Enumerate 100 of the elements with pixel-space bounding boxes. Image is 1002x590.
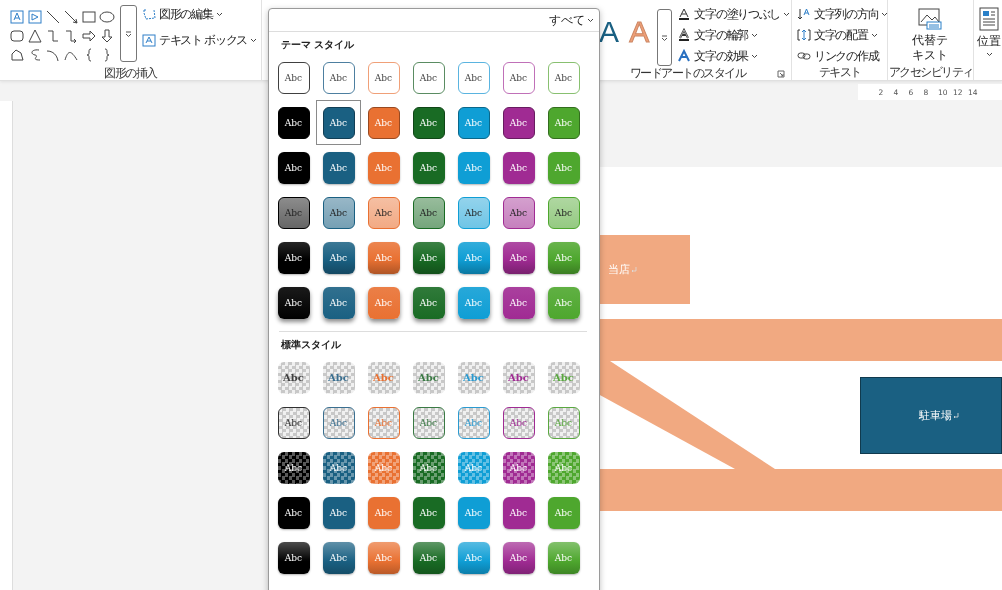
- style-preview[interactable]: Abc: [322, 106, 355, 139]
- style-preview[interactable]: Abc: [367, 196, 400, 229]
- style-preview[interactable]: Abc: [502, 361, 535, 394]
- dialog-launcher-icon[interactable]: [777, 70, 785, 78]
- style-preview[interactable]: Abc: [367, 61, 400, 94]
- style-preview[interactable]: Abc: [547, 196, 580, 229]
- style-preview[interactable]: Abc: [277, 286, 310, 319]
- style-option[interactable]: Abc: [406, 445, 451, 490]
- style-option[interactable]: Abc: [406, 535, 451, 580]
- alt-text-button[interactable]: 代替テキスト: [911, 5, 950, 65]
- style-option[interactable]: Abc: [316, 400, 361, 445]
- style-preview[interactable]: Abc: [502, 286, 535, 319]
- style-preview[interactable]: Abc: [322, 286, 355, 319]
- style-preview[interactable]: Abc: [412, 496, 445, 529]
- style-option[interactable]: Abc: [271, 55, 316, 100]
- style-option[interactable]: Abc: [316, 235, 361, 280]
- style-preview[interactable]: Abc: [502, 541, 535, 574]
- style-option[interactable]: Abc: [316, 100, 361, 145]
- style-preview[interactable]: Abc: [502, 241, 535, 274]
- style-preview[interactable]: Abc: [457, 196, 490, 229]
- style-preview[interactable]: Abc: [277, 541, 310, 574]
- style-preview[interactable]: Abc: [322, 61, 355, 94]
- ribbon-command[interactable]: テキスト ボックス: [141, 31, 259, 49]
- style-preview[interactable]: Abc: [322, 496, 355, 529]
- style-preview[interactable]: Abc: [412, 286, 445, 319]
- style-option[interactable]: Abc: [496, 280, 541, 325]
- style-preview[interactable]: Abc: [502, 496, 535, 529]
- style-preview[interactable]: Abc: [277, 151, 310, 184]
- style-preview[interactable]: Abc: [412, 541, 445, 574]
- style-option[interactable]: Abc: [271, 400, 316, 445]
- style-option[interactable]: Abc: [316, 280, 361, 325]
- style-option[interactable]: Abc: [496, 235, 541, 280]
- style-option[interactable]: Abc: [271, 535, 316, 580]
- more-shapes-button[interactable]: [120, 5, 137, 62]
- style-preview[interactable]: Abc: [502, 451, 535, 484]
- style-option[interactable]: Abc: [406, 490, 451, 535]
- more-styles-button[interactable]: [656, 9, 673, 66]
- style-option[interactable]: Abc: [496, 190, 541, 235]
- style-preview[interactable]: Abc: [502, 106, 535, 139]
- style-preview[interactable]: Abc: [322, 406, 355, 439]
- style-preview[interactable]: Abc: [412, 451, 445, 484]
- style-preview[interactable]: Abc: [322, 151, 355, 184]
- style-preview[interactable]: Abc: [502, 151, 535, 184]
- style-preview[interactable]: Abc: [277, 196, 310, 229]
- style-preview[interactable]: Abc: [277, 106, 310, 139]
- style-option[interactable]: Abc: [271, 190, 316, 235]
- style-preview[interactable]: Abc: [412, 151, 445, 184]
- style-option[interactable]: Abc: [361, 55, 406, 100]
- ribbon-command[interactable]: リンクの作成: [796, 47, 890, 65]
- style-option[interactable]: Abc: [406, 400, 451, 445]
- style-preview[interactable]: Abc: [502, 406, 535, 439]
- style-option[interactable]: Abc: [406, 100, 451, 145]
- style-preview[interactable]: Abc: [322, 241, 355, 274]
- style-option[interactable]: Abc: [496, 400, 541, 445]
- style-preview[interactable]: Abc: [412, 61, 445, 94]
- style-preview[interactable]: Abc: [547, 61, 580, 94]
- style-option[interactable]: Abc: [361, 190, 406, 235]
- style-option[interactable]: Abc: [496, 535, 541, 580]
- style-option[interactable]: Abc: [271, 490, 316, 535]
- style-option[interactable]: Abc: [406, 190, 451, 235]
- style-option[interactable]: Abc: [271, 355, 316, 400]
- style-preview[interactable]: Abc: [277, 241, 310, 274]
- ribbon-command[interactable]: 文字の配置: [796, 26, 890, 44]
- style-option[interactable]: Abc: [316, 55, 361, 100]
- style-option[interactable]: Abc: [496, 445, 541, 490]
- text-shape[interactable]: 駐車場: [860, 377, 1002, 454]
- style-option[interactable]: Abc: [451, 190, 496, 235]
- style-option[interactable]: Abc: [271, 235, 316, 280]
- style-preview[interactable]: Abc: [412, 241, 445, 274]
- filter-dropdown[interactable]: すべて: [549, 11, 594, 29]
- ribbon-command[interactable]: 文字列の方向: [796, 5, 890, 23]
- style-option[interactable]: Abc: [496, 490, 541, 535]
- style-preview[interactable]: Abc: [502, 196, 535, 229]
- style-option[interactable]: Abc: [406, 145, 451, 190]
- style-option[interactable]: Abc: [316, 190, 361, 235]
- style-option[interactable]: Abc: [406, 235, 451, 280]
- style-preview[interactable]: Abc: [277, 406, 310, 439]
- ribbon-command[interactable]: 文字の輪郭: [676, 26, 791, 44]
- style-preview[interactable]: Abc: [277, 496, 310, 529]
- style-preview[interactable]: Abc: [322, 196, 355, 229]
- style-option[interactable]: Abc: [496, 55, 541, 100]
- style-preview[interactable]: Abc: [322, 361, 355, 394]
- style-preview[interactable]: Abc: [412, 106, 445, 139]
- style-option[interactable]: Abc: [541, 55, 586, 100]
- style-preview[interactable]: Abc: [412, 196, 445, 229]
- style-option[interactable]: Abc: [316, 355, 361, 400]
- style-preview[interactable]: Abc: [277, 361, 310, 394]
- style-option[interactable]: Abc: [406, 55, 451, 100]
- style-option[interactable]: Abc: [496, 145, 541, 190]
- style-preview[interactable]: Abc: [412, 406, 445, 439]
- ribbon-command[interactable]: 文字の効果: [676, 47, 791, 65]
- style-option[interactable]: Abc: [271, 100, 316, 145]
- style-preview[interactable]: Abc: [277, 61, 310, 94]
- ribbon-command[interactable]: 文字の塗りつぶし: [676, 5, 791, 23]
- style-preview[interactable]: Abc: [322, 451, 355, 484]
- style-option[interactable]: Abc: [451, 55, 496, 100]
- style-option[interactable]: Abc: [316, 535, 361, 580]
- style-preview[interactable]: Abc: [277, 451, 310, 484]
- style-option[interactable]: Abc: [316, 445, 361, 490]
- style-option[interactable]: Abc: [271, 445, 316, 490]
